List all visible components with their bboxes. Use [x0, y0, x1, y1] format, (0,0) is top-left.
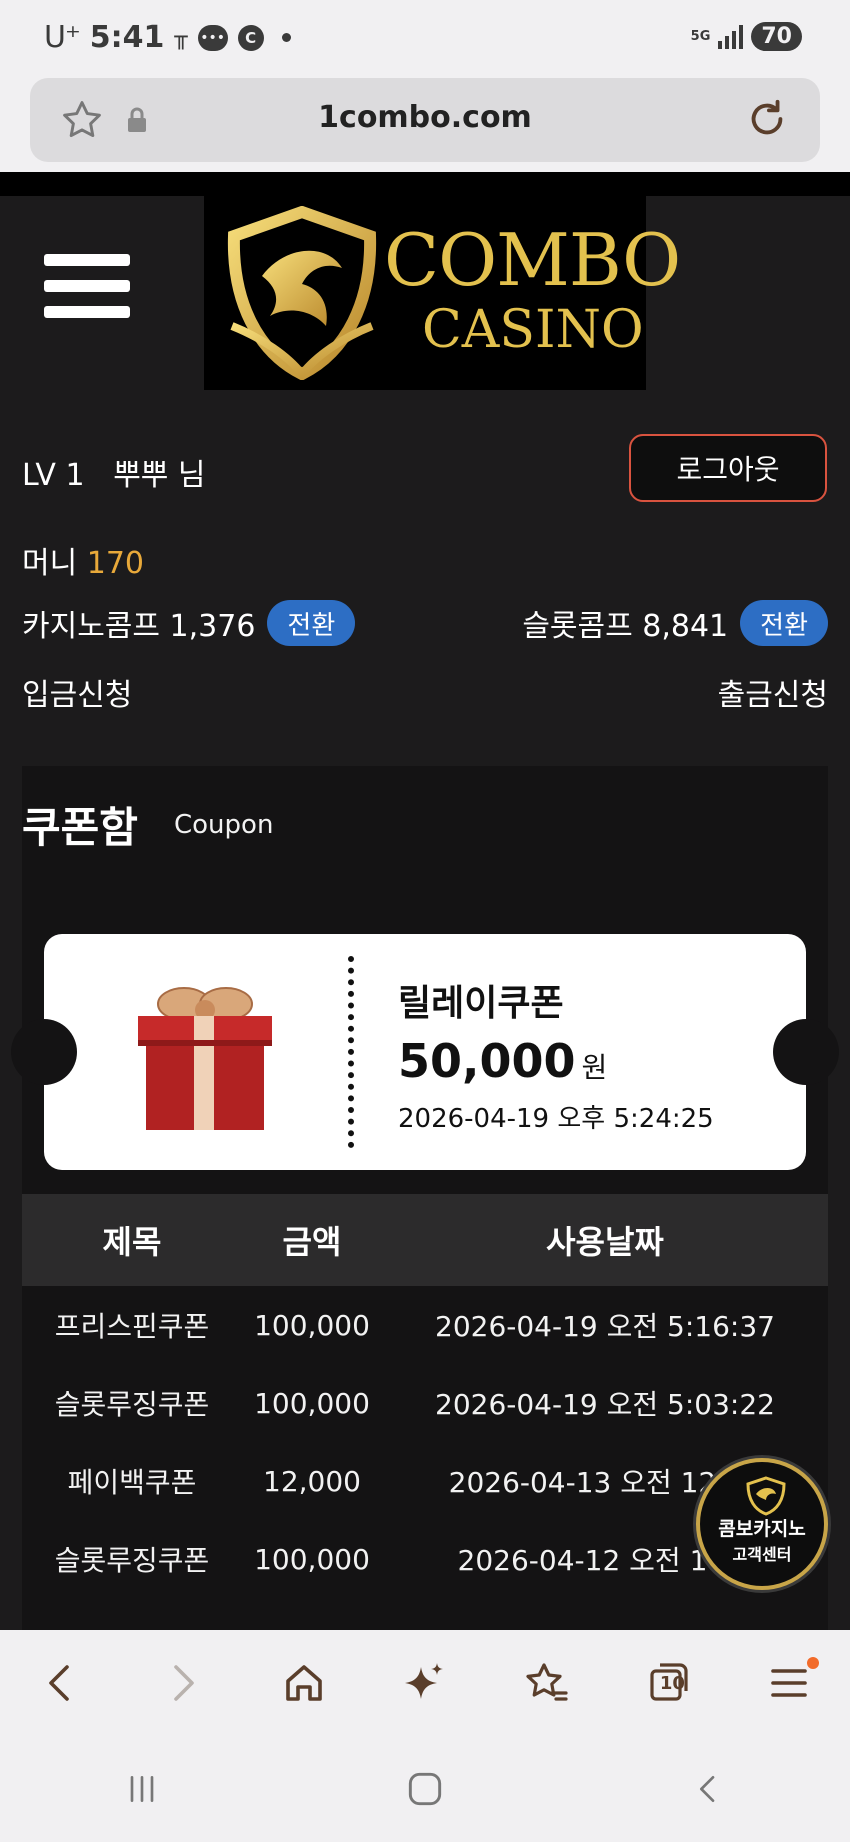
home-square-icon: [408, 1772, 442, 1806]
cell-amount: 100,000: [254, 1386, 370, 1420]
logout-button[interactable]: 로그아웃: [629, 434, 827, 502]
menu-lines-icon: [771, 1669, 808, 1697]
coupon-title: 쿠폰함: [22, 803, 138, 852]
back-arrow-icon: [700, 1776, 715, 1802]
cs-badge-line2: 고객센터: [732, 1544, 792, 1564]
c-circle-icon: C: [237, 24, 264, 51]
cs-badge-line1: 콤보카지노: [718, 1517, 806, 1540]
withdraw-link[interactable]: 출금신청: [718, 670, 828, 714]
system-navigation-bar: [0, 1736, 850, 1842]
logo-text-combo: COMBO: [384, 218, 681, 302]
tabs-button[interactable]: 10: [638, 1653, 698, 1713]
slot-comp-label: 슬롯콤프 8,841: [522, 609, 729, 644]
featured-coupon-amount-value: 50,000: [398, 1034, 576, 1088]
slot-comp: 슬롯콤프 8,841 전환: [522, 600, 828, 646]
chat-bubble-icon: •••: [197, 24, 228, 51]
system-back-button[interactable]: [678, 1764, 738, 1814]
table-header: 제목 금액 사용날짜: [22, 1194, 828, 1286]
featured-coupon-ticket[interactable]: 릴레이쿠폰 50,000 원 2026-04-19 오후 5:24:25: [11, 934, 839, 1170]
forward-button[interactable]: [152, 1653, 212, 1713]
featured-coupon-amount: 50,000 원: [398, 1034, 607, 1088]
network-icon: 5G: [690, 28, 711, 44]
ticket-notch-left: [11, 1019, 77, 1085]
col-header-date: 사용날짜: [546, 1223, 664, 1261]
notification-dot: [807, 1657, 820, 1669]
cell-title: 슬롯루징쿠폰: [54, 1544, 210, 1577]
user-level: LV 1: [22, 458, 85, 493]
carrier-label: U⁺: [44, 20, 81, 55]
money-value: 170: [86, 546, 145, 581]
home-button[interactable]: [274, 1653, 334, 1713]
reload-icon[interactable]: [744, 96, 790, 142]
money-line: 머니 170: [22, 538, 144, 582]
site-logo[interactable]: COMBO CASINO: [204, 196, 681, 390]
casino-comp: 카지노콤프 1,376 전환: [22, 600, 356, 646]
bookmarks-button[interactable]: [516, 1653, 576, 1713]
cell-date: 2026-04-19 오전 5:03:22: [435, 1388, 775, 1421]
address-bar[interactable]: 1combo.com: [30, 78, 820, 162]
slot-comp-convert-button[interactable]: 전환: [740, 600, 828, 646]
site-header: COMBO CASINO: [0, 196, 850, 390]
cell-title: 페이백쿠폰: [67, 1466, 197, 1499]
deposit-link[interactable]: 입금신청: [22, 670, 132, 714]
cell-amount: 12,000: [263, 1464, 361, 1498]
tmap-icon: ╥: [174, 25, 188, 50]
featured-coupon-amount-unit: 원: [581, 1051, 608, 1084]
customer-center-button[interactable]: 콤보카지노 고객센터: [696, 1458, 828, 1590]
cell-date: 2026-04-19 오전 5:16:37: [435, 1310, 775, 1343]
chevron-left-icon: [48, 1665, 69, 1701]
casino-comp-convert-button[interactable]: 전환: [267, 600, 356, 646]
shield-icon: [746, 1476, 786, 1516]
ticket-notch-right: [773, 1019, 839, 1085]
dot-icon: [281, 33, 291, 42]
bookmark-list-icon: [526, 1663, 568, 1701]
cell-title: 프리스핀쿠폰: [54, 1310, 210, 1343]
featured-coupon-name: 릴레이쿠폰: [398, 983, 564, 1024]
table-row: 프리스핀쿠폰 100,000 2026-04-19 오전 5:16:37: [22, 1286, 828, 1364]
cell-title: 슬롯루징쿠폰: [54, 1388, 210, 1421]
recent-apps-icon: [130, 1776, 153, 1802]
site-top-strip: [0, 172, 850, 196]
back-button[interactable]: [31, 1653, 91, 1713]
featured-coupon-date: 2026-04-19 오후 5:24:25: [398, 1104, 714, 1134]
chevron-right-icon: [174, 1665, 194, 1701]
browser-toolbar: 10: [0, 1630, 850, 1736]
ticket-divider: [348, 956, 354, 1148]
cell-amount: 100,000: [254, 1542, 370, 1576]
tabs-count: 10: [659, 1673, 685, 1694]
recent-apps-button[interactable]: [112, 1764, 172, 1814]
menu-button[interactable]: [759, 1653, 820, 1713]
coupon-subtitle: Coupon: [174, 810, 274, 840]
signal-icon: [718, 24, 744, 49]
casino-comp-label: 카지노콤프 1,376: [22, 609, 256, 644]
money-label: 머니: [22, 546, 78, 581]
status-time: 5:41: [89, 20, 165, 55]
system-home-button[interactable]: [395, 1764, 455, 1814]
shield-logo-icon: [227, 206, 377, 380]
battery-icon: 70: [751, 22, 802, 51]
url-text[interactable]: 1combo.com: [30, 100, 820, 135]
sparkle-icon: [404, 1663, 443, 1699]
cell-amount: 100,000: [254, 1308, 370, 1342]
user-name: 뿌뿌 님: [113, 458, 206, 493]
ai-sparkle-button[interactable]: [395, 1653, 455, 1713]
col-header-amount: 금액: [282, 1223, 342, 1261]
gift-box-icon: [138, 987, 272, 1130]
status-bar: U⁺ 5:41 ╥ ••• C 5G 70: [0, 0, 850, 78]
col-header-title: 제목: [102, 1223, 162, 1261]
hamburger-menu-icon[interactable]: [44, 254, 130, 326]
logo-text-casino: CASINO: [422, 300, 644, 360]
browser-address-area: 1combo.com: [0, 78, 850, 172]
table-row: 슬롯루징쿠폰 100,000 2026-04-19 오전 5:03:22: [22, 1364, 828, 1442]
home-icon: [285, 1665, 322, 1701]
user-info: LV 1 뿌뿌 님: [22, 450, 206, 494]
